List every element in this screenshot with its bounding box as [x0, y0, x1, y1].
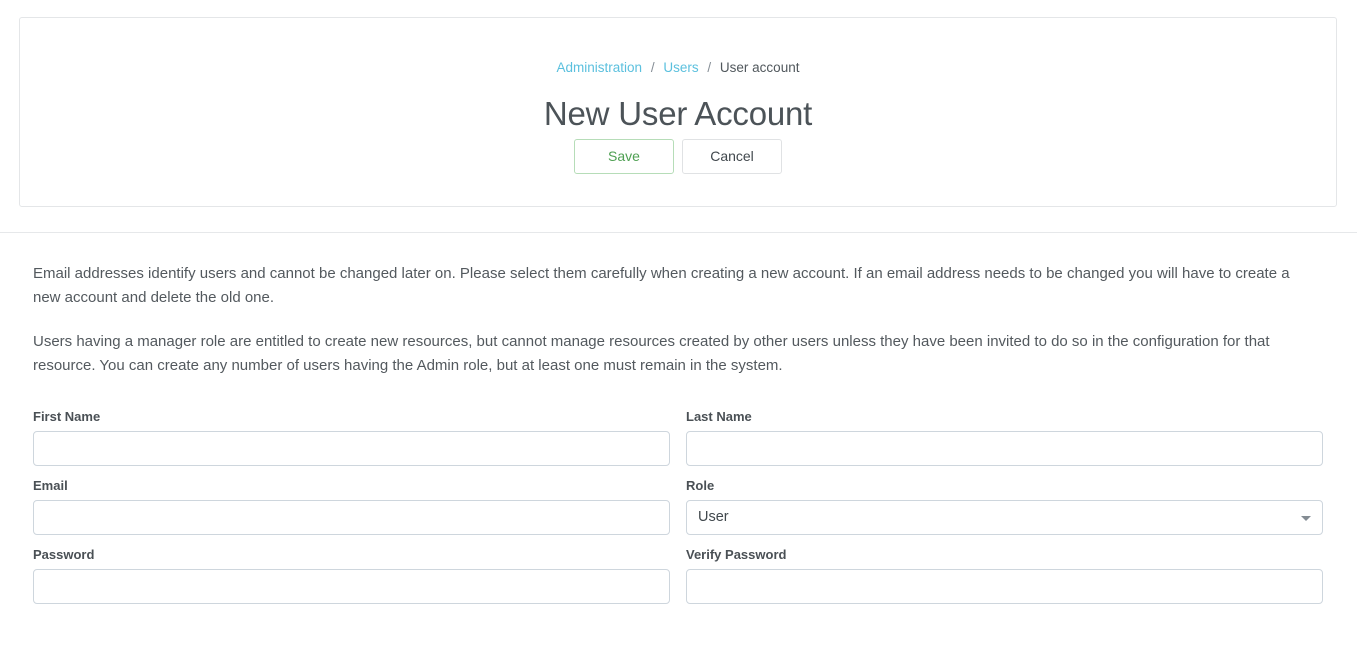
field-label-verify-password: Verify Password: [686, 546, 1323, 563]
field-label-last-name: Last Name: [686, 408, 1323, 425]
field-role: Role User: [686, 477, 1323, 535]
verify-password-input[interactable]: [686, 569, 1323, 604]
password-input[interactable]: [33, 569, 670, 604]
field-label-email: Email: [33, 477, 670, 494]
last-name-input[interactable]: [686, 431, 1323, 466]
field-password: Password: [33, 546, 670, 604]
page-title: New User Account: [20, 93, 1336, 135]
section-divider: [0, 232, 1357, 233]
breadcrumb-item-current: User account: [720, 60, 800, 75]
description-paragraph-roles: Users having a manager role are entitled…: [33, 330, 1318, 378]
role-select-wrapper: User: [686, 500, 1323, 535]
field-label-role: Role: [686, 477, 1323, 494]
description-paragraph-email: Email addresses identify users and canno…: [33, 262, 1318, 310]
breadcrumb: Administration / Users / User account: [20, 60, 1336, 76]
field-first-name: First Name: [33, 408, 670, 466]
field-verify-password: Verify Password: [686, 546, 1323, 604]
user-account-form: First Name Last Name Email Role User Pas…: [33, 408, 1323, 615]
field-label-password: Password: [33, 546, 670, 563]
cancel-button[interactable]: Cancel: [682, 139, 782, 174]
save-button[interactable]: Save: [574, 139, 674, 174]
breadcrumb-item-users[interactable]: Users: [663, 60, 698, 75]
email-input[interactable]: [33, 500, 670, 535]
description-section: Email addresses identify users and canno…: [33, 262, 1323, 378]
first-name-input[interactable]: [33, 431, 670, 466]
breadcrumb-item-administration[interactable]: Administration: [557, 60, 643, 75]
header-action-buttons: Save Cancel: [20, 139, 1336, 174]
breadcrumb-separator: /: [707, 60, 711, 75]
field-last-name: Last Name: [686, 408, 1323, 466]
field-label-first-name: First Name: [33, 408, 670, 425]
field-email: Email: [33, 477, 670, 535]
role-select[interactable]: User: [686, 500, 1323, 535]
page-header-card: Administration / Users / User account Ne…: [19, 17, 1337, 207]
breadcrumb-separator: /: [651, 60, 655, 75]
